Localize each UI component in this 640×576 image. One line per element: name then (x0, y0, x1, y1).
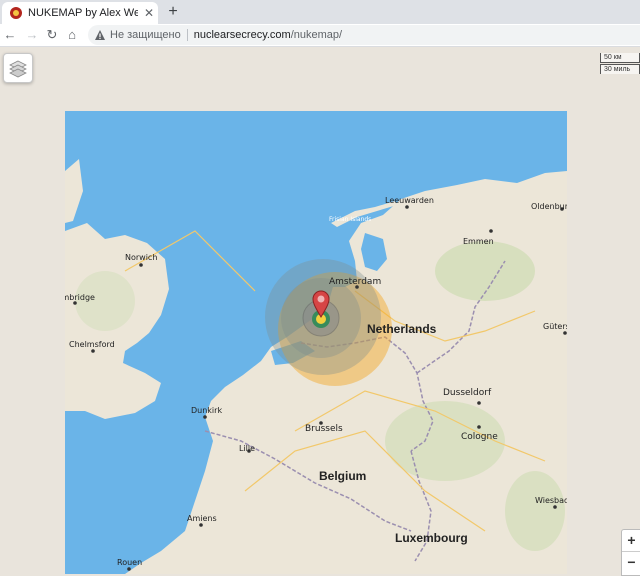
city-dot (405, 205, 409, 209)
city-dot (203, 415, 207, 419)
city-dot (563, 331, 567, 335)
zoom-control: + − (621, 529, 640, 576)
city-dot (139, 263, 143, 267)
city-amiens: Amiens (187, 514, 217, 523)
city-norwich: Norwich (125, 253, 157, 262)
city-dot (127, 567, 131, 571)
browser-toolbar: ← → ↻ ⌂ Не защищено nuclearsecrecy.com /… (0, 24, 640, 47)
zoom-out-button[interactable]: − (622, 551, 640, 573)
city-rouen: Rouen (117, 558, 142, 567)
city-dot (477, 425, 481, 429)
tab-strip: NUKEMAP by Alex Wellerstein ✕ + (0, 0, 640, 24)
security-status[interactable]: Не защищено (110, 29, 181, 41)
frisian-islands-label: Frisian Islands (329, 216, 371, 223)
city-dot (91, 349, 95, 353)
city-brussels: Brussels (305, 424, 343, 434)
city-dot (477, 401, 481, 405)
nukemap-favicon-icon (10, 7, 22, 19)
city-dot (489, 229, 493, 233)
city-dunkirk: Dunkirk (191, 406, 222, 415)
city-cambridge: Cambridge (65, 293, 95, 302)
country-luxembourg: Luxembourg (395, 531, 468, 545)
map-view[interactable]: Leeuwarden Oldenburg Frisian Islands Emm… (65, 111, 567, 574)
forest-area (505, 471, 565, 551)
city-leeuwarden: Leeuwarden (385, 196, 434, 205)
city-dot (199, 523, 203, 527)
map-scale: 50 км 30 миль (600, 53, 640, 75)
home-button[interactable]: ⌂ (64, 26, 80, 44)
city-chelmsford: Chelmsford (69, 340, 115, 349)
scale-km: 50 км (600, 53, 640, 63)
browser-tab[interactable]: NUKEMAP by Alex Wellerstein ✕ (2, 2, 158, 24)
omnibox-divider (186, 29, 188, 41)
forward-button[interactable]: → (24, 26, 40, 44)
address-bar[interactable]: Не защищено nuclearsecrecy.com /nukemap/ (88, 25, 640, 45)
city-emmen: Emmen (463, 237, 494, 246)
city-dot (553, 505, 557, 509)
page-content: 50 км 30 миль Leeuwarden Oldenbur Frisia… (0, 47, 640, 576)
city-amsterdam: Amsterdam (329, 277, 381, 287)
zoom-in-button[interactable]: + (622, 530, 640, 551)
url-path: /nukemap/ (290, 29, 343, 41)
city-oldenburg: Oldenburg (531, 202, 567, 211)
scale-miles: 30 миль (600, 64, 640, 74)
country-belgium: Belgium (319, 469, 366, 483)
layers-button[interactable] (3, 53, 33, 83)
reload-button[interactable]: ↻ (44, 26, 60, 44)
city-cologne: Cologne (461, 432, 498, 442)
tab-close-icon[interactable]: ✕ (144, 7, 154, 19)
map-svg[interactable]: Leeuwarden Oldenburg Frisian Islands Emm… (65, 111, 567, 574)
city-dusseldorf: Dusseldorf (443, 388, 492, 398)
new-tab-button[interactable]: + (164, 3, 182, 21)
city-gutersloh: Gütersloh (543, 322, 567, 331)
warning-icon (95, 30, 105, 40)
layers-icon (9, 60, 27, 78)
back-button[interactable]: ← (2, 26, 18, 44)
country-netherlands: Netherlands (367, 322, 437, 336)
city-lille: Lille (239, 444, 255, 453)
tab-title: NUKEMAP by Alex Wellerstein (28, 7, 138, 19)
city-wiesbaden: Wiesbaden (535, 496, 567, 505)
url-host: nuclearsecrecy.com (193, 29, 291, 41)
